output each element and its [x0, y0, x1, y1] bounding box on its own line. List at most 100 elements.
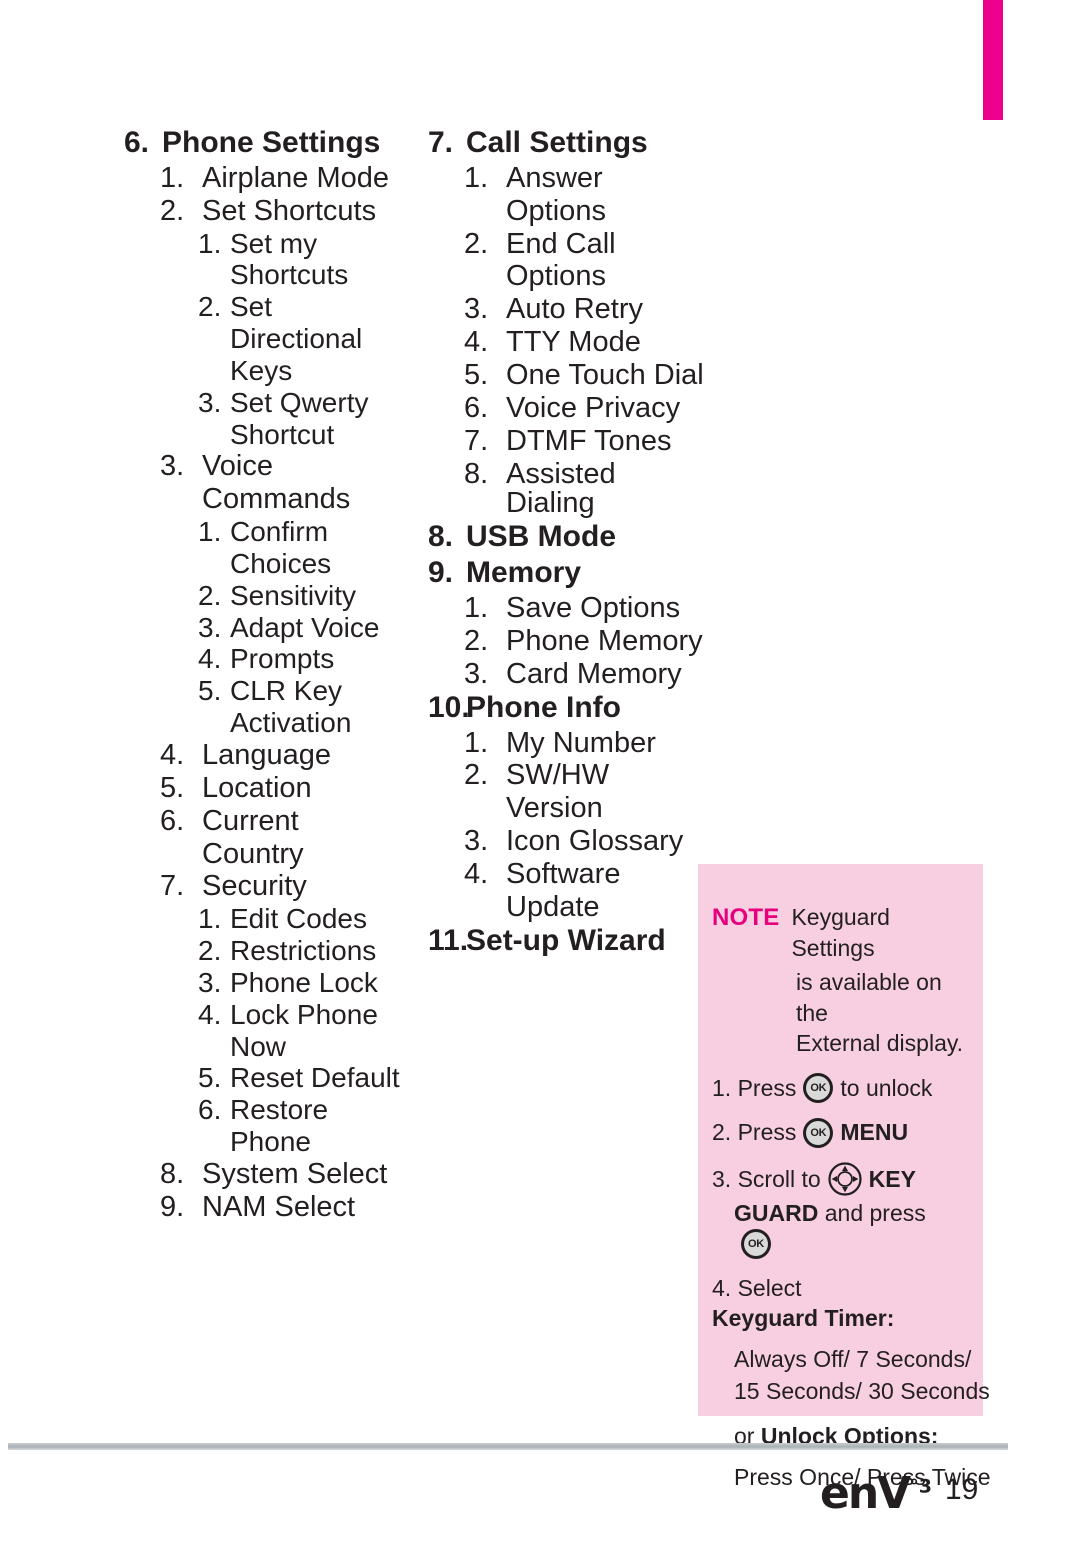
toc-entry-label: Activation [230, 707, 352, 739]
toc-entry[interactable]: Keys [198, 356, 424, 386]
toc-entry[interactable]: 3. Adapt Voice [198, 613, 424, 643]
toc-entry[interactable]: Shortcuts [198, 261, 424, 290]
toc-entry[interactable]: 4. Prompts [198, 645, 424, 674]
toc-entry[interactable]: 6. Restore [198, 1095, 424, 1125]
toc-entry[interactable]: 8. Assisted Dialing [464, 459, 708, 520]
toc-entry-label: Lock Phone [230, 998, 378, 1030]
toc-entry-label: Choices [230, 547, 332, 579]
toc-entry-label: Language [202, 738, 332, 771]
toc-entry-label: NAM Select [202, 1190, 356, 1223]
directional-pad-icon [828, 1162, 862, 1196]
toc-entry[interactable]: 5. Location [160, 771, 424, 804]
toc-entry-number: 1. [464, 161, 489, 194]
toc-entry[interactable]: 3. Phone Lock [198, 968, 424, 998]
toc-entry-label: Airplane Mode [202, 161, 389, 194]
toc-entry[interactable]: Commands [160, 483, 424, 516]
toc-entry-label: Commands [202, 483, 351, 516]
toc-entry[interactable]: 10. Phone Info [428, 690, 708, 724]
toc-entry[interactable]: 7. Call Settings [428, 126, 708, 159]
toc-entry-number: 7. [160, 870, 185, 903]
toc-entry[interactable]: 5. One Touch Dial [464, 360, 708, 391]
toc-entry[interactable]: 6. Current [160, 806, 424, 837]
toc-entry-label: Call Settings [466, 126, 648, 159]
toc-entry[interactable]: Choices [198, 547, 424, 579]
toc-entry[interactable]: Country [160, 837, 424, 870]
toc-entry[interactable]: 11. Set-up Wizard [428, 925, 708, 957]
toc-entry[interactable]: 3. Card Memory [464, 657, 708, 690]
toc-entry-label: Directional [230, 323, 363, 355]
toc-entry-number: 9. [160, 1190, 185, 1223]
toc-list-middle: 7. Call Settings 1. Answer Options 2. End Call… [428, 126, 708, 957]
toc-entry-number: 1. [198, 516, 222, 548]
toc-entry[interactable]: Activation [198, 707, 424, 739]
toc-entry[interactable]: 2. SW/HW [464, 761, 708, 791]
toc-entry-label: Update [506, 890, 600, 923]
toc-entry[interactable]: 1. Edit Codes [198, 904, 424, 934]
toc-entry[interactable]: Options [464, 262, 708, 292]
toc-entry[interactable]: Update [464, 890, 708, 923]
toc-entry[interactable]: 4. Lock Phone [198, 998, 424, 1030]
toc-entry-label: Phone Memory [506, 624, 703, 657]
toc-entry[interactable]: 6. Voice Privacy [464, 393, 708, 424]
toc-entry[interactable]: 2. End Call [464, 227, 708, 260]
toc-entry[interactable]: 1. Airplane Mode [160, 161, 424, 194]
toc-entry[interactable]: 6. Phone Settings [124, 126, 424, 159]
toc-entry-number: 1. [464, 726, 489, 759]
toc-entry[interactable]: 2. Sensitivity [198, 579, 424, 611]
note-callout-box: NOTE Keyguard Settings is available on t… [698, 864, 991, 1490]
toc-entry[interactable]: 8. USB Mode [428, 520, 708, 554]
toc-entry[interactable]: 2. Restrictions [198, 935, 424, 967]
toc-entry-label: System Select [202, 1157, 388, 1190]
toc-entry[interactable]: 8. System Select [160, 1157, 424, 1190]
toc-entry-number: 5. [160, 771, 185, 804]
toc-entry[interactable]: 3. Voice [160, 452, 424, 482]
toc-entry-label: Memory [466, 556, 582, 590]
toc-entry[interactable]: 3. Set Qwerty [198, 388, 424, 418]
footer-divider [8, 1443, 1008, 1450]
toc-entry-number: 3. [464, 825, 489, 858]
toc-entry[interactable]: Phone [198, 1127, 424, 1157]
toc-entry[interactable]: 2. Set Shortcuts [160, 194, 424, 227]
toc-entry[interactable]: 9. NAM Select [160, 1190, 424, 1223]
toc-entry[interactable]: 7. Security [160, 870, 424, 903]
toc-entry[interactable]: 1. Set my [198, 229, 424, 259]
toc-entry[interactable]: 5. Reset Default [198, 1064, 424, 1093]
toc-entry[interactable]: 3. Icon Glossary [464, 825, 708, 858]
toc-entry-number: 6. [124, 126, 150, 159]
toc-entry-label: Set Shortcuts [202, 194, 377, 227]
toc-entry-label: Restrictions [230, 935, 377, 967]
toc-entry[interactable]: 2. Phone Memory [464, 624, 708, 657]
env3-logo: enV°3 [820, 1468, 932, 1519]
toc-entry[interactable]: 9. Memory [428, 556, 708, 590]
toc-entry[interactable]: 4. TTY Mode [464, 326, 708, 359]
toc-entry[interactable]: Directional [198, 323, 424, 355]
toc-entry[interactable]: Shortcut [198, 418, 424, 450]
toc-entry[interactable]: 7. DTMF Tones [464, 426, 708, 457]
toc-entry[interactable]: Version [464, 793, 708, 824]
toc-entry[interactable]: 4. Software [464, 859, 708, 890]
toc-entry-label: TTY Mode [506, 326, 641, 359]
toc-entry[interactable]: 4. Language [160, 738, 424, 771]
toc-entry-label: Card Memory [506, 657, 682, 690]
toc-entry[interactable]: 1. My Number [464, 726, 708, 759]
toc-entry[interactable]: 1. Confirm [198, 516, 424, 548]
page-number: 19 [945, 1473, 979, 1506]
toc-entry-number: 10. [428, 690, 470, 724]
toc-entry[interactable]: 3. Auto Retry [464, 294, 708, 325]
toc-entry-label: Security [202, 870, 307, 903]
toc-entry[interactable]: 1. Save Options [464, 593, 708, 624]
toc-entry[interactable]: 2. Set [198, 292, 424, 322]
toc-entry-label: Country [202, 837, 304, 870]
toc-entry-label: Sensitivity [230, 579, 357, 611]
toc-entry-label: Shortcut [230, 418, 335, 450]
step2-menu-label: MENU [840, 1119, 909, 1146]
toc-entry-label: USB Mode [466, 520, 616, 554]
toc-entry-label: Reset Default [230, 1062, 400, 1094]
toc-entry-label: End Call [506, 227, 616, 260]
toc-entry-number: 3. [464, 657, 489, 690]
toc-entry[interactable]: 1. Answer [464, 161, 708, 194]
toc-entry[interactable]: Options [464, 196, 708, 227]
toc-entry-label: Options [506, 260, 606, 293]
toc-entry[interactable]: Now [198, 1032, 424, 1062]
toc-entry[interactable]: 5. CLR Key [198, 676, 424, 706]
